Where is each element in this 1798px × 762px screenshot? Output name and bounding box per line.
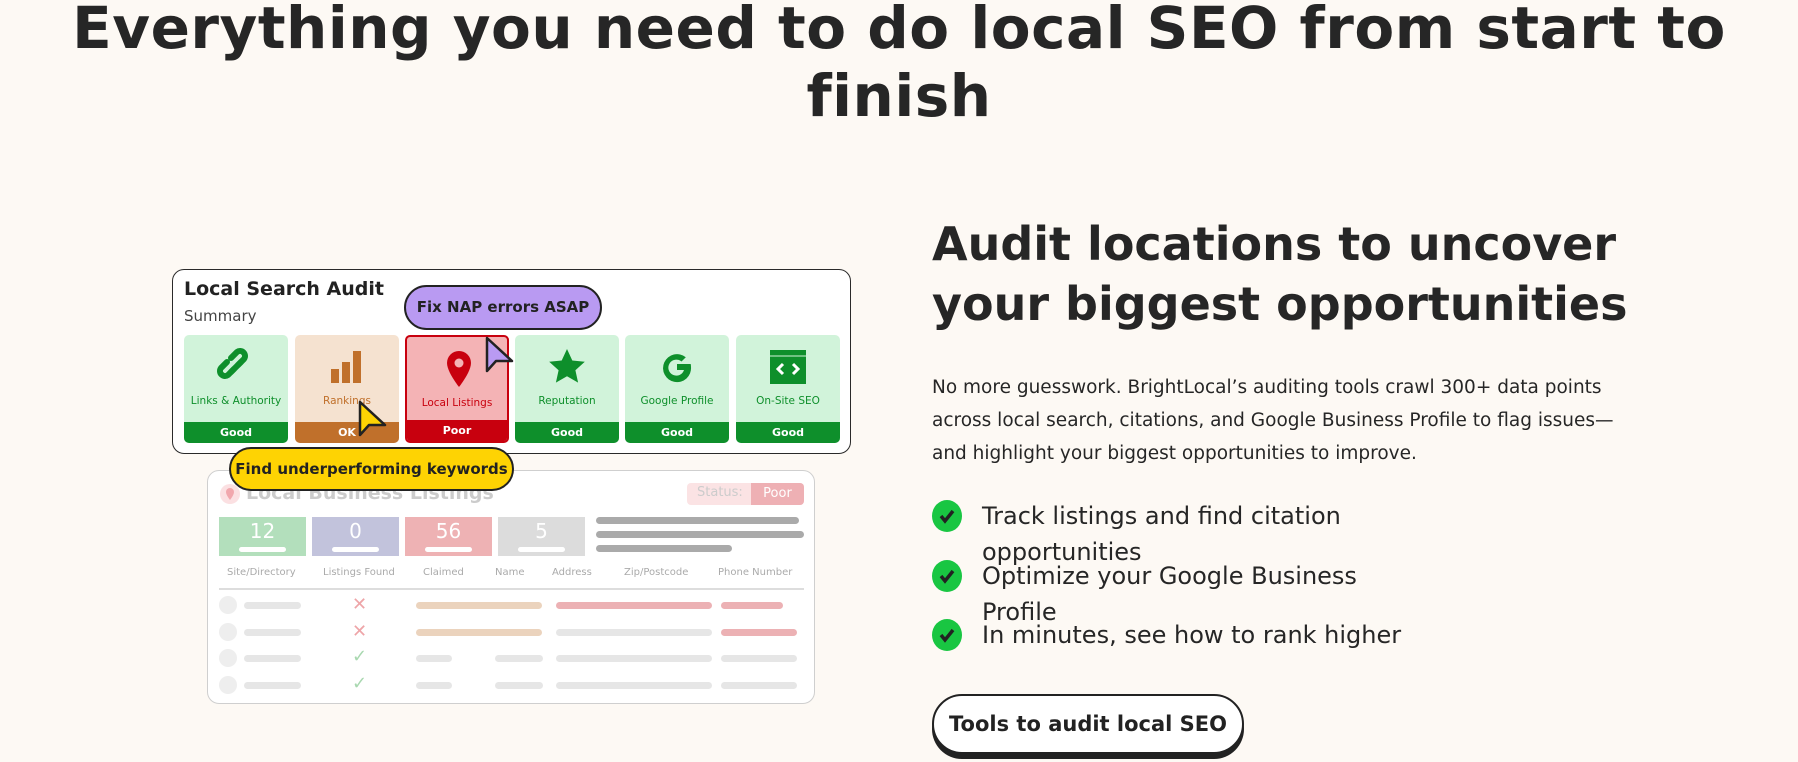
checklist-item: In minutes, see how to rank higher (932, 617, 1432, 657)
callout-keywords: Find underperforming keywords (229, 447, 514, 491)
status-value: Poor (751, 483, 804, 505)
check-icon (932, 619, 962, 651)
status-label: Status: (697, 485, 743, 500)
stat-value: 5 (535, 519, 548, 543)
feature-description: No more guesswork. BrightLocal’s auditin… (932, 377, 1614, 464)
tile-status: Poor (407, 420, 507, 441)
column-header[interactable]: Listings Found (323, 567, 395, 578)
x-icon: ✕ (352, 621, 368, 642)
check-icon (932, 500, 962, 532)
column-header[interactable]: Address (552, 567, 592, 578)
stat-box: 0 (312, 517, 399, 556)
x-icon: ✕ (352, 594, 368, 615)
callout-nap-errors: Fix NAP errors ASAP (404, 285, 602, 330)
bar-chart-icon (331, 351, 361, 383)
check-icon: ✓ (352, 673, 368, 694)
page-title: Everything you need to do local SEO from… (72, 0, 1726, 130)
checklist-item: Track listings and find citation opportu… (932, 498, 1432, 566)
check-icon: ✓ (352, 646, 368, 667)
checklist-text: In minutes, see how to rank higher (982, 621, 1402, 649)
tile-status: Good (625, 422, 729, 443)
tools-audit-cta-button[interactable]: Tools to audit local SEO (932, 694, 1244, 754)
map-pin-icon (447, 351, 471, 387)
audit-subtitle: Summary (184, 307, 257, 325)
star-icon (549, 349, 585, 383)
local-business-listings-panel (207, 470, 815, 704)
tile-reputation[interactable]: Reputation Good (515, 335, 619, 443)
stat-box: 5 (498, 517, 585, 556)
map-pin-icon (220, 484, 240, 504)
cursor-icon (485, 336, 514, 373)
column-header[interactable]: Zip/Postcode (624, 567, 688, 578)
link-icon (217, 348, 248, 379)
stat-value: 12 (249, 519, 276, 543)
stat-box: 56 (405, 517, 492, 556)
feature-heading: Audit locations to uncover your biggest … (932, 217, 1628, 331)
checklist-item: Optimize your Google Business Profile (932, 558, 1432, 626)
tile-label: Reputation (538, 395, 596, 407)
cursor-icon (358, 400, 387, 437)
tile-status: Good (184, 422, 288, 443)
column-header[interactable]: Phone Number (718, 567, 792, 578)
tile-links-authority[interactable]: Links & Authority Good (184, 335, 288, 443)
stat-value: 56 (435, 519, 462, 543)
code-window-icon (770, 350, 806, 384)
tile-on-site-seo[interactable]: On-Site SEO Good (736, 335, 840, 443)
audit-title: Local Search Audit (184, 278, 384, 300)
tile-google-profile[interactable]: Google Profile Good (625, 335, 729, 443)
google-icon (663, 354, 692, 383)
tile-label: Google Profile (640, 395, 714, 407)
stat-value: 0 (349, 519, 362, 543)
column-header[interactable]: Site/Directory (227, 567, 296, 578)
check-icon (932, 560, 962, 592)
tile-label: Links & Authority (190, 395, 282, 407)
column-header[interactable]: Claimed (423, 567, 464, 578)
tile-label: On-Site SEO (756, 395, 820, 407)
column-header[interactable]: Name (495, 567, 525, 578)
tile-status: Good (736, 422, 840, 443)
tile-status: Good (515, 422, 619, 443)
tile-label: Local Listings (421, 397, 493, 409)
stat-box: 12 (219, 517, 306, 556)
status-badge: Status: Poor (687, 483, 804, 505)
